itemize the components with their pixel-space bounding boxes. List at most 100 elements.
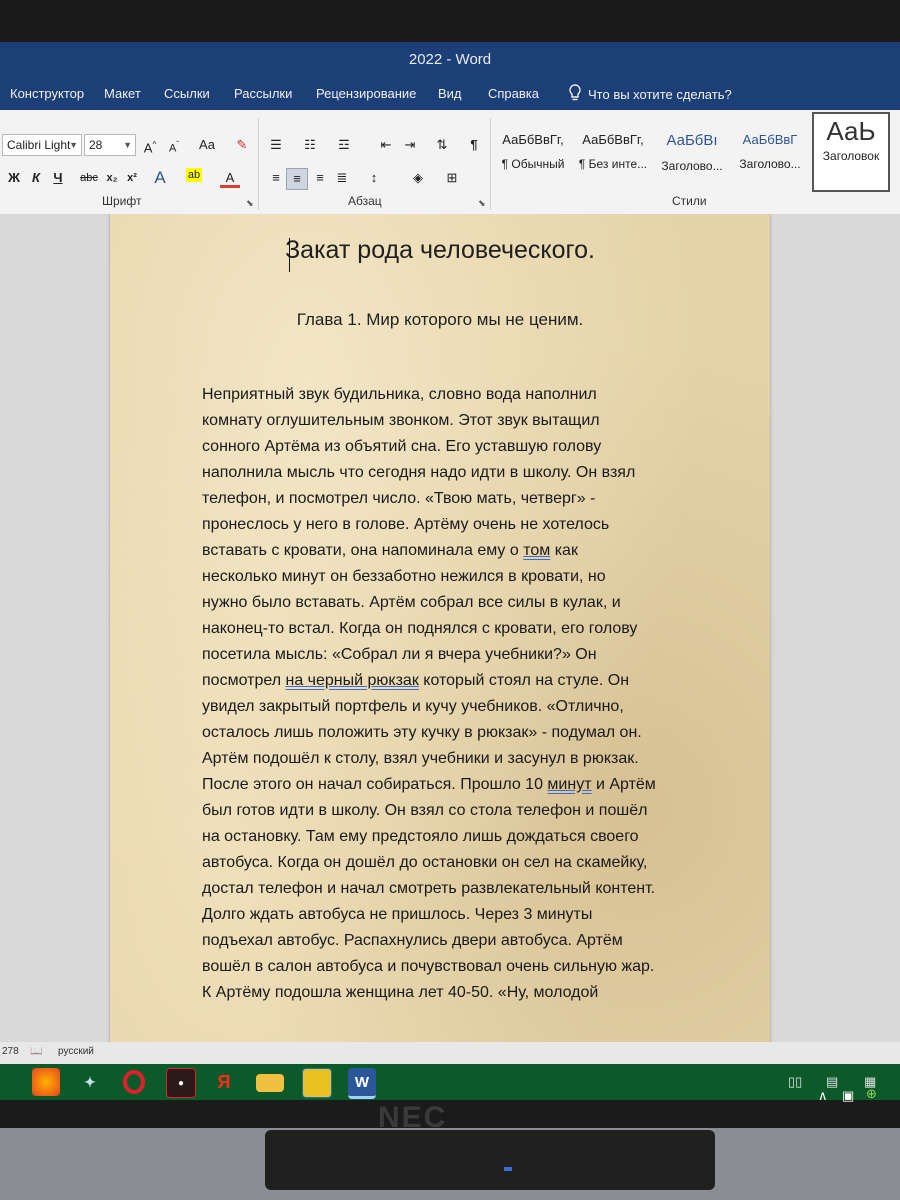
grow-font-icon[interactable]: A^ [140,135,160,155]
print-layout-icon[interactable]: ▤ [826,1074,838,1090]
group-divider [490,118,491,210]
folder-app-icon[interactable] [302,1068,332,1098]
group-divider [258,118,259,210]
text-run: достал телефон и начал смотреть развлека… [202,880,656,897]
file-explorer-icon[interactable] [256,1074,284,1092]
grammar-flagged-text: минут [547,776,592,793]
subscript-button[interactable]: x₂ [102,168,122,188]
tab-rassylki[interactable]: Рассылки [234,86,292,101]
text-cursor [289,238,290,272]
shading-icon[interactable]: ◈ [408,168,428,188]
font-name-combo[interactable]: Calibri Light ▼ [2,134,82,156]
decrease-indent-icon[interactable]: ⇤ [376,135,396,155]
text-line: вставать с кровати, она напоминала ему о… [202,538,702,564]
paragraph-dialog-launcher-icon[interactable]: ⬊ [478,198,486,209]
document-page[interactable]: Закат рода человеческого. Глава 1. Мир к… [110,214,770,1064]
shrink-font-icon[interactable]: Aˇ [164,135,184,155]
text-run: и Артём [591,776,656,793]
font-dialog-launcher-icon[interactable]: ⬊ [246,198,254,209]
align-right-icon[interactable]: ≡ [310,168,330,188]
style-sample: АаЬ [826,116,876,146]
update-icon[interactable]: ⊕ [866,1086,877,1102]
text-line: на остановку. Там ему предстояло лишь до… [202,824,702,850]
text-line: автобуса. Когда он дошёл до остановки он… [202,850,702,876]
text-line: осталось лишь положить эту кучку в рюкза… [202,720,702,746]
read-mode-icon[interactable]: ▯▯ [788,1074,802,1090]
bullets-icon[interactable]: ☰ [266,135,286,155]
tab-vid[interactable]: Вид [438,86,462,101]
ribbon-tabs: Конструктор Макет Ссылки Рассылки Реценз… [0,78,900,110]
text-line: вошёл в салон автобуса и почувствовал оч… [202,954,702,980]
tab-retsenzirovanie[interactable]: Рецензирование [316,86,416,101]
line-spacing-icon[interactable]: ↕ [364,168,384,188]
tab-konstruktor[interactable]: Конструктор [10,86,84,101]
qbittorrent-icon[interactable]: ✦ [76,1068,104,1096]
style-no-spacing[interactable]: АаБбВвГг, ¶ Без инте... [574,116,652,186]
word-icon[interactable]: W [348,1068,376,1099]
text-run: наконец-то встал. Когда он поднялся с кр… [202,620,638,637]
justify-icon[interactable]: ≣ [332,168,352,188]
firefox-icon[interactable] [32,1068,60,1096]
text-run: посмотрел [202,672,286,689]
language-indicator[interactable]: русский [58,1046,94,1057]
text-run: как [550,542,578,559]
text-line: телефон, и посмотрел число. «Твою мать, … [202,486,702,512]
text-run: был готов идти в школу. Он взял со стола… [202,802,648,819]
superscript-button[interactable]: x² [122,168,142,188]
style-normal[interactable]: АаБбВвГг, ¶ Обычный [494,116,572,186]
tab-maket[interactable]: Макет [104,86,141,101]
style-name: Заголовок [822,149,880,163]
change-case-button[interactable]: Aa [192,135,222,155]
italic-button[interactable]: К [26,168,46,188]
camera-app-icon[interactable]: ● [166,1068,196,1098]
style-sample: АаБбВвГг, [502,132,564,147]
text-run: который стоял на стуле. Он [418,672,630,689]
bold-button[interactable]: Ж [4,168,24,188]
font-color-icon[interactable]: A [220,168,240,188]
align-center-icon[interactable]: ≡ [286,168,308,190]
text-line: был готов идти в школу. Он взял со стола… [202,798,702,824]
text-line: После этого он начал собираться. Прошло … [202,772,702,798]
tell-me-box[interactable]: Что вы хотите сделать? [568,84,732,105]
text-effects-icon[interactable]: A [150,168,170,188]
text-run: вставать с кровати, она напоминала ему о [202,542,524,559]
chevron-down-icon: ▼ [69,140,78,150]
text-line: Неприятный звук будильника, словно вода … [202,382,702,408]
opera-icon[interactable] [120,1068,148,1096]
align-left-icon[interactable]: ≡ [266,168,286,188]
style-sample: АаБбВı [666,132,718,149]
clear-formatting-icon[interactable]: ✎ [232,135,252,155]
text-line: подъехал автобус. Распахнулись двери авт… [202,928,702,954]
yandex-icon[interactable]: Я [210,1068,238,1096]
text-run: вошёл в салон автобуса и почувствовал оч… [202,958,655,975]
borders-icon[interactable]: ⊞ [442,168,462,188]
multilevel-list-icon[interactable]: ☲ [334,135,354,155]
tab-spravka[interactable]: Справка [488,86,539,101]
status-bar: 278 📖 русский [0,1042,900,1064]
text-run: автобуса. Когда он дошёл до остановки он… [202,854,648,871]
text-run: посетила мысль: «Собрал ли я вчера учебн… [202,646,597,663]
show-formatting-marks-icon[interactable]: ¶ [464,135,484,155]
font-size-value: 28 [89,138,103,152]
increase-indent-icon[interactable]: ⇥ [400,135,420,155]
highlight-color-icon[interactable]: ab [186,168,202,182]
text-run: подъехал автобус. Распахнулись двери авт… [202,932,623,949]
font-size-combo[interactable]: 28 ▼ [84,134,136,156]
text-line: комнату оглушительным звонком. Этот звук… [202,408,702,434]
window-title-bar[interactable]: 2022 - Word [0,42,900,78]
tray-chevron-icon[interactable]: ∧ [818,1088,828,1104]
style-heading-2[interactable]: АаБбВвГ Заголово... [732,116,808,186]
network-icon[interactable]: ▣ [842,1088,854,1104]
word-count[interactable]: 278 [2,1046,19,1057]
text-line: увидел закрытый портфель и кучу учебнико… [202,694,702,720]
sort-icon[interactable]: ⇅ [432,135,452,155]
styles-gallery: АаБбВвГг, ¶ Обычный АаБбВвГг, ¶ Без инте… [494,112,894,192]
tab-ssylki[interactable]: Ссылки [164,86,210,101]
proofing-icon[interactable]: 📖 [30,1046,42,1057]
numbering-icon[interactable]: ☷ [300,135,320,155]
underline-button[interactable]: Ч [48,168,68,188]
style-heading-1[interactable]: АаБбВı Заголово... [654,116,730,186]
style-title[interactable]: АаЬ Заголовок [812,112,890,192]
strikethrough-button[interactable]: abc [78,168,100,188]
document-canvas: Закат рода человеческого. Глава 1. Мир к… [0,214,900,1094]
